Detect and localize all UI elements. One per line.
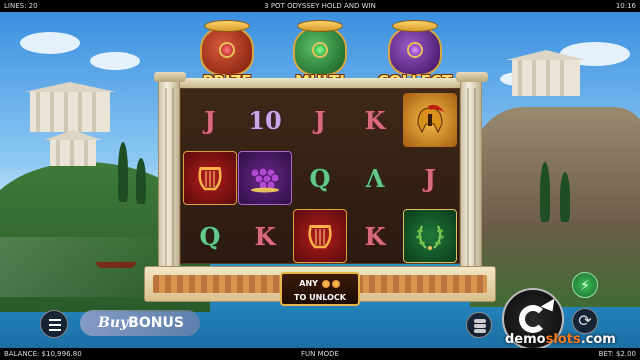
symbol-q: Q — [199, 221, 221, 251]
grapes-icon — [238, 151, 292, 205]
top-status-bar: LINES: 20 3 POT ODYSSEY HOLD AND WIN 10:… — [0, 0, 640, 12]
symbol-q: Q — [309, 163, 331, 193]
coin-icon — [321, 279, 330, 288]
right-pillar — [456, 72, 488, 278]
turbo-button[interactable]: ⚡ — [572, 272, 598, 298]
symbol-a: Λ — [365, 163, 385, 193]
bonus-label: BONUS — [128, 315, 184, 331]
symbol-j: J — [314, 105, 326, 135]
symbol-k: K — [254, 221, 276, 251]
autoplay-button[interactable]: ⟳ — [572, 308, 598, 334]
bet-stack-button[interactable] — [466, 312, 492, 338]
clock: 10:16 — [615, 2, 636, 10]
reel-grid: J Q 10 K J Q K Λ K J — [180, 88, 460, 264]
cypress-tree — [118, 142, 128, 202]
cloud — [90, 52, 140, 70]
menu-button[interactable] — [40, 310, 68, 338]
autoplay-icon: ⟳ — [578, 311, 592, 330]
game-title: 3 POT ODYSSEY HOLD AND WIN — [264, 2, 376, 10]
buy-bonus-button[interactable]: BuyBONUS — [80, 310, 200, 336]
coin-stack-icon — [474, 319, 486, 323]
unlock-any: ANY — [299, 279, 318, 288]
bet-amount: BET: $2.00 — [598, 350, 636, 358]
lyre-icon — [183, 151, 237, 205]
cypress-tree — [136, 158, 146, 204]
left-pillar — [154, 72, 186, 278]
amethyst-gem-icon — [407, 42, 423, 58]
lower-temple — [50, 140, 96, 166]
right-temple — [512, 60, 580, 96]
symbol-j: J — [424, 163, 436, 193]
cypress-tree — [540, 162, 550, 222]
lyre-icon — [293, 209, 347, 263]
left-temple — [30, 92, 110, 132]
cloud — [20, 32, 80, 54]
symbol-k: K — [364, 105, 386, 135]
boat — [96, 262, 136, 268]
frame-lintel — [162, 78, 478, 88]
prize-pot: PRIZE — [194, 14, 260, 90]
lightning-icon: ⚡ — [580, 278, 590, 294]
collect-pot: COLLECT — [378, 14, 452, 90]
bottom-status-bar: BALANCE: $10,996.80 FUN MODE BET: $2.00 — [0, 348, 640, 360]
symbol-10: 10 — [248, 105, 282, 135]
slot-machine: J Q 10 K J Q K Λ K J — [144, 72, 496, 302]
symbol-j: J — [204, 105, 216, 135]
unlock-badge: ANY TO UNLOCK — [280, 272, 360, 306]
buy-label: Buy — [98, 315, 129, 331]
ruby-gem-icon — [219, 42, 235, 58]
coin-icon — [331, 279, 340, 288]
watermark: demoslots.com — [505, 332, 616, 347]
emerald-gem-icon — [312, 42, 328, 58]
cypress-tree — [560, 172, 570, 222]
hamburger-icon — [49, 319, 61, 321]
laurel-icon — [403, 209, 457, 263]
game-mode: FUN MODE — [301, 350, 339, 358]
unlock-text: TO UNLOCK — [294, 293, 346, 302]
multi-pot: MULTI — [287, 14, 353, 90]
symbol-k: K — [364, 221, 386, 251]
helmet-icon — [403, 93, 457, 147]
